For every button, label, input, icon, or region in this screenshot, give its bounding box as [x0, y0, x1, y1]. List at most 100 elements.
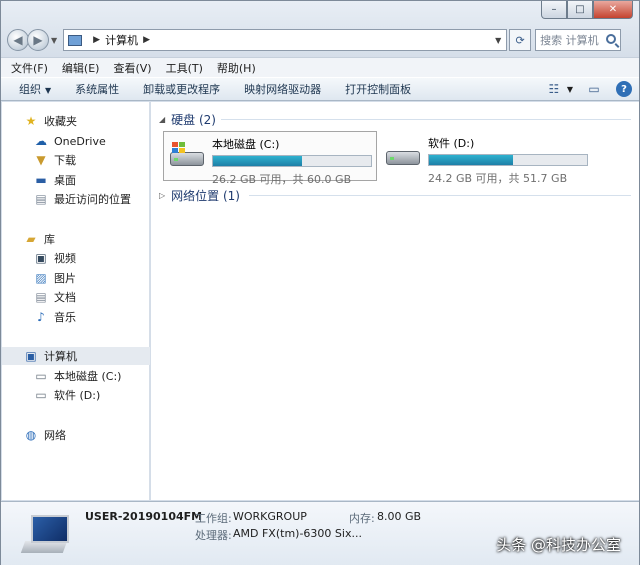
drive-size: 24.2 GB 可用，共 51.7 GB [428, 172, 568, 185]
nav-recent-places[interactable]: ▤ 最近访问的位置 [2, 190, 150, 208]
drive-info: 软件 (D:) 24.2 GB 可用，共 51.7 GB [428, 135, 588, 186]
address-dropdown-icon[interactable]: ▼ [490, 36, 506, 45]
menu-file[interactable]: 文件(F) [11, 60, 48, 76]
group-divider [221, 119, 631, 120]
forward-button[interactable]: ▶ [27, 29, 49, 51]
open-control-panel-button[interactable]: 打开控制面板 [345, 81, 411, 97]
caption-buttons: – □ ✕ [541, 1, 633, 19]
nav-favorites[interactable]: ★ 收藏夹 [2, 112, 150, 130]
nav-label: 视频 [54, 252, 76, 265]
video-icon: ▣ [35, 251, 47, 265]
drive-item-c[interactable]: 本地磁盘 (C:) 26.2 GB 可用，共 60.0 GB [163, 131, 377, 186]
nav-documents[interactable]: ▤ 文档 [2, 288, 150, 306]
drive-size: 26.2 GB 可用，共 60.0 GB [212, 173, 352, 186]
menu-help[interactable]: 帮助(H) [217, 60, 256, 76]
help-button[interactable]: ? [615, 81, 633, 97]
minimize-button[interactable]: – [541, 1, 567, 19]
memory-label: 内存: [349, 512, 375, 525]
drive-name: 软件 (D:) [428, 137, 475, 150]
nav-computer[interactable]: ▣ 计算机 [2, 347, 150, 365]
search-icon [606, 34, 617, 44]
address-bar[interactable]: ▶ 计算机 ▶ ▼ [63, 29, 508, 51]
hard-drive-icon: ▭ [35, 388, 47, 402]
menu-tools[interactable]: 工具(T) [166, 60, 203, 76]
group-title: 硬盘 (2) [171, 113, 216, 127]
chevron-down-icon[interactable]: ▼ [567, 85, 573, 94]
maximize-button[interactable]: □ [567, 1, 593, 19]
drive-usage-fill [429, 155, 514, 165]
drive-item-d[interactable]: 软件 (D:) 24.2 GB 可用，共 51.7 GB [380, 131, 594, 185]
nav-label: 桌面 [54, 174, 76, 187]
processor-value: AMD FX(tm)-6300 Six... [233, 527, 362, 540]
navigation-row: ◀ ▶ ▼ ▶ 计算机 ▶ ▼ ⟳ 搜索 计算机 [7, 27, 635, 53]
system-properties-button[interactable]: 系统属性 [75, 81, 119, 97]
recent-pages-dropdown-icon[interactable]: ▼ [51, 36, 57, 45]
nav-music[interactable]: ♪ 音乐 [2, 308, 150, 326]
search-placeholder: 搜索 计算机 [540, 34, 599, 47]
desktop-icon: ▬ [35, 173, 47, 187]
nav-label: 收藏夹 [44, 115, 77, 128]
nav-label: 库 [44, 233, 55, 246]
drive-light [174, 158, 178, 161]
recent-places-icon: ▤ [35, 192, 47, 206]
nav-libraries[interactable]: ▰ 库 [2, 230, 150, 248]
close-button[interactable]: ✕ [593, 1, 633, 19]
workgroup-value: WORKGROUP [233, 510, 307, 523]
group-network-locations[interactable]: ▷ 网络位置 (1) [159, 187, 240, 204]
nav-videos[interactable]: ▣ 视频 [2, 249, 150, 267]
view-options-icon[interactable]: ☷ [545, 81, 563, 97]
nav-label: 下载 [54, 154, 76, 167]
workgroup-label: 工作组: [195, 512, 232, 525]
preview-pane-icon[interactable]: ▭ [585, 81, 603, 97]
map-network-drive-button[interactable]: 映射网络驱动器 [244, 81, 321, 97]
menu-view[interactable]: 查看(V) [113, 60, 151, 76]
title-bar: – □ ✕ [1, 1, 639, 23]
nav-label: 音乐 [54, 311, 76, 324]
nav-label: 最近访问的位置 [54, 193, 131, 206]
expand-triangle-icon: ▷ [159, 191, 166, 200]
drive-usage-bar [428, 154, 588, 166]
group-hard-drives[interactable]: ◢ 硬盘 (2) [159, 111, 216, 128]
cloud-icon: ☁ [35, 134, 47, 148]
nav-label: 本地磁盘 (C:) [54, 370, 122, 383]
chevron-right-icon[interactable]: ▶ [143, 35, 150, 45]
music-icon: ♪ [37, 310, 45, 324]
nav-network[interactable]: ◍ 网络 [2, 426, 150, 444]
nav-desktop[interactable]: ▬ 桌面 [2, 171, 150, 189]
organize-label: 组织 [19, 83, 41, 96]
windows-drive-icon [168, 140, 208, 176]
windows-logo-icon [172, 142, 186, 154]
drive-light [390, 157, 394, 160]
nav-label: 网络 [44, 429, 66, 442]
menu-edit[interactable]: 编辑(E) [62, 60, 100, 76]
command-toolbar: 组织 ▼ 系统属性 卸载或更改程序 映射网络驱动器 打开控制面板 ☷ ▼ ▭ ? [1, 77, 639, 101]
nav-downloads[interactable]: ▼ 下载 [2, 151, 150, 169]
drive-info: 本地磁盘 (C:) 26.2 GB 可用，共 60.0 GB [212, 136, 372, 187]
hard-drive-icon: ▭ [35, 369, 47, 383]
content-pane: ◢ 硬盘 (2) 本地磁盘 (C:) 26.2 GB 可用，共 60.0 GB … [151, 102, 639, 500]
uninstall-program-button[interactable]: 卸载或更改程序 [143, 81, 220, 97]
star-icon: ★ [25, 114, 37, 128]
chevron-right-icon[interactable]: ▶ [93, 35, 100, 45]
nav-label: 图片 [54, 272, 76, 285]
computer-icon: ▣ [25, 349, 37, 363]
forward-arrow-icon: ▶ [33, 33, 43, 47]
organize-button[interactable]: 组织 ▼ [19, 81, 51, 97]
breadcrumb-computer[interactable]: 计算机 [105, 32, 138, 48]
help-icon: ? [616, 81, 632, 97]
explorer-window: – □ ✕ ◀ ▶ ▼ ▶ 计算机 ▶ ▼ ⟳ 搜索 计算机 文件(F) 编辑(… [0, 0, 640, 565]
drive-usage-bar [212, 155, 372, 167]
nav-label: 软件 (D:) [54, 389, 101, 402]
nav-local-disk-c[interactable]: ▭ 本地磁盘 (C:) [2, 367, 150, 385]
back-button[interactable]: ◀ [7, 29, 29, 51]
nav-onedrive[interactable]: ☁ OneDrive [2, 132, 150, 150]
group-title: 网络位置 (1) [171, 189, 240, 203]
processor-label: 处理器: [195, 529, 232, 542]
drive-usage-fill [213, 156, 302, 166]
network-icon: ◍ [25, 428, 37, 442]
menu-bar: 文件(F) 编辑(E) 查看(V) 工具(T) 帮助(H) [1, 57, 639, 77]
nav-software-d[interactable]: ▭ 软件 (D:) [2, 386, 150, 404]
refresh-button[interactable]: ⟳ [509, 29, 532, 51]
nav-pictures[interactable]: ▨ 图片 [2, 269, 150, 287]
search-input[interactable]: 搜索 计算机 [535, 29, 622, 51]
